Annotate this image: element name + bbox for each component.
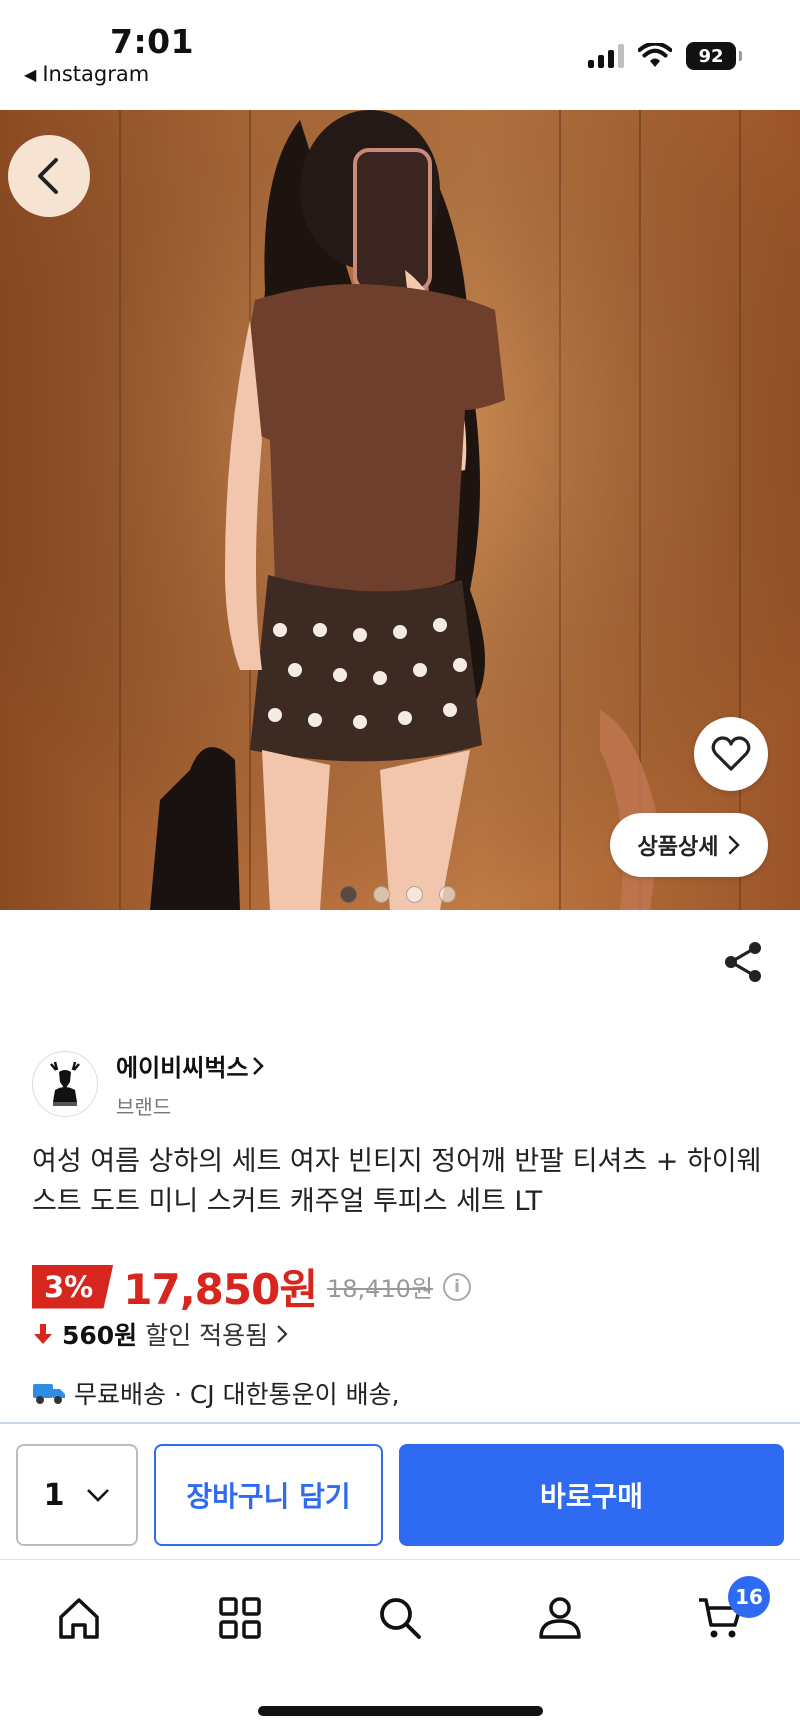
- search-icon: [380, 1598, 421, 1639]
- chevron-right-icon: [277, 1325, 288, 1343]
- quantity-value: 1: [43, 1477, 65, 1513]
- original-price: 18,410원: [326, 1275, 434, 1303]
- gallery-dot[interactable]: [439, 886, 456, 903]
- back-to-app-link[interactable]: ◀ Instagram: [24, 62, 149, 86]
- brand-section[interactable]: 에이비씨벅스 브랜드: [32, 1048, 265, 1120]
- home-indicator[interactable]: [258, 1706, 543, 1716]
- shipping-text: 무료배송 · CJ 대한통운이 배송,: [74, 1380, 400, 1409]
- battery-icon: 92: [686, 42, 742, 70]
- gallery-dot[interactable]: [373, 886, 390, 903]
- status-indicators: 92: [588, 42, 742, 70]
- wishlist-button[interactable]: [694, 717, 768, 791]
- deer-logo-icon: [50, 1061, 80, 1106]
- home-icon: [59, 1598, 99, 1639]
- add-to-cart-button[interactable]: 장바구니 담기: [154, 1444, 383, 1546]
- bottom-tab-bar: 16: [0, 1560, 800, 1735]
- brand-name[interactable]: 에이비씨벅스: [116, 1048, 265, 1083]
- signal-icon: [588, 44, 624, 68]
- categories-icon: [219, 1597, 261, 1639]
- brand-name-text: 에이비씨벅스: [116, 1054, 249, 1082]
- product-photo: [0, 110, 800, 910]
- price-row: 3% 17,850원 18,410원 i: [32, 1256, 472, 1317]
- tab-categories[interactable]: [210, 1588, 270, 1648]
- tab-search[interactable]: [370, 1588, 430, 1648]
- back-button[interactable]: [8, 135, 90, 217]
- battery-level: 92: [698, 45, 724, 67]
- brand-subtitle: 브랜드: [116, 1095, 172, 1119]
- shipping-row: 무료배송 · CJ 대한통운이 배송,: [32, 1375, 400, 1411]
- product-image-gallery[interactable]: 상품상세: [0, 110, 800, 910]
- back-app-label: Instagram: [42, 62, 150, 86]
- purchase-bar: 1 장바구니 담기 바로구매: [0, 1422, 800, 1560]
- status-bar: 7:01 ◀ Instagram 92: [0, 0, 800, 110]
- down-arrow-icon: [34, 1324, 52, 1344]
- tab-profile[interactable]: [530, 1588, 590, 1648]
- sale-price: 17,850원: [123, 1265, 318, 1314]
- brand-info: 에이비씨벅스 브랜드: [116, 1048, 265, 1120]
- product-title: 여성 여름 상하의 세트 여자 빈티지 정어깨 반팔 티셔츠 + 하이웨스트 도…: [32, 1146, 762, 1217]
- discount-applied-row[interactable]: 560원 할인 적용됨: [32, 1316, 288, 1352]
- chevron-right-icon: [253, 1056, 265, 1075]
- saving-amount: 560원: [62, 1321, 138, 1350]
- brand-logo: [32, 1051, 98, 1117]
- buy-now-button[interactable]: 바로구매: [399, 1444, 784, 1546]
- quantity-selector[interactable]: 1: [16, 1444, 138, 1546]
- info-icon[interactable]: i: [443, 1272, 472, 1301]
- back-arrow-icon: [38, 158, 58, 194]
- gallery-dot[interactable]: [406, 886, 423, 903]
- share-icon: [725, 942, 761, 982]
- heart-icon: [711, 736, 751, 771]
- truck-icon: [33, 1384, 65, 1404]
- discount-badge: 3%: [32, 1264, 114, 1309]
- gallery-dot[interactable]: [340, 886, 357, 903]
- profile-icon: [539, 1597, 581, 1639]
- cart-count-badge: 16: [728, 1576, 770, 1618]
- gallery-pagination: [340, 886, 456, 903]
- product-detail-label: 상품상세: [637, 835, 719, 860]
- back-triangle-icon: ◀: [24, 64, 37, 84]
- share-button[interactable]: [722, 940, 766, 984]
- product-detail-button[interactable]: 상품상세: [610, 813, 768, 877]
- wifi-icon: [638, 43, 672, 67]
- chevron-down-icon: [87, 1489, 110, 1502]
- status-time: 7:01: [110, 22, 195, 61]
- tab-home[interactable]: [49, 1588, 109, 1648]
- chevron-right-icon: [729, 835, 741, 855]
- saving-text: 할인 적용됨: [145, 1321, 269, 1350]
